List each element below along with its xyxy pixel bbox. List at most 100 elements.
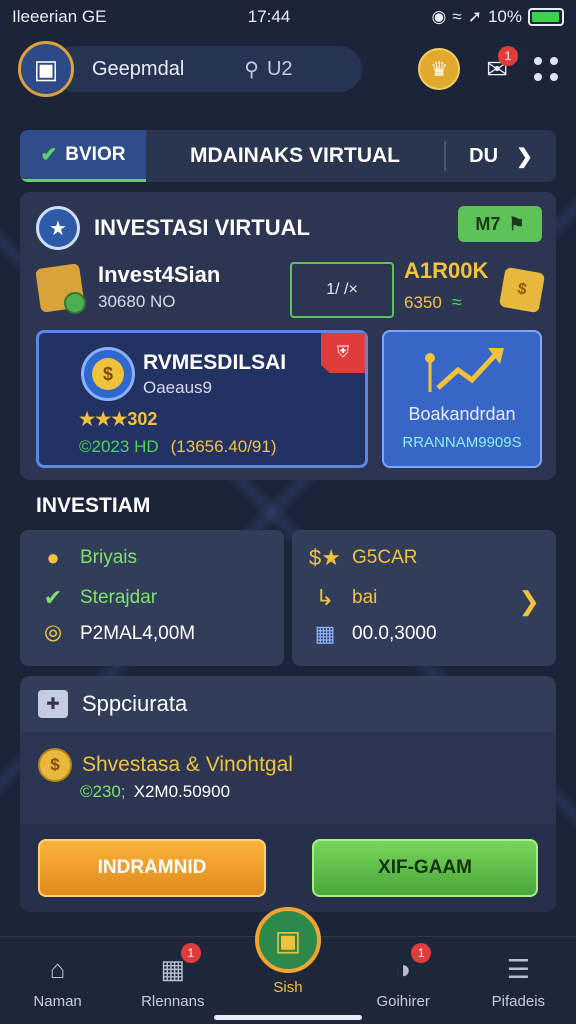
board-card[interactable]: Boakandrdan RRANNAM9909S bbox=[382, 330, 542, 468]
location-icon: ➚ bbox=[467, 7, 482, 26]
promo-text: Shvestasa & Vinohtgal bbox=[82, 753, 293, 776]
right-row-3: 00.0,3000 bbox=[352, 623, 437, 644]
avatar-emblem-icon: ▣ bbox=[33, 53, 59, 84]
investment-detail-title: RVMESDILSAI bbox=[143, 351, 287, 374]
dollar-tile-icon: $ bbox=[498, 266, 546, 314]
sppciurata-header: ✚ Sppciurata bbox=[20, 676, 556, 732]
investment-value: 30680 NO bbox=[98, 292, 176, 311]
bookmark-icon: ⚑ bbox=[508, 213, 525, 234]
gold-coins-icon: ● bbox=[46, 545, 60, 570]
home-icon: ⌂ bbox=[49, 953, 66, 984]
ai-title: A1R00K bbox=[404, 258, 489, 283]
list-item: $★ G5CAR bbox=[309, 544, 417, 572]
ai-sub-row: 6350 ≈ bbox=[404, 292, 462, 313]
record-icon: ◉ bbox=[431, 7, 447, 26]
gauge-icon: ◑ 1 bbox=[385, 943, 432, 987]
indramnid-button[interactable]: INDRAMNID bbox=[38, 839, 266, 897]
app-name: Geepmdal bbox=[92, 57, 185, 80]
nav-item-profile[interactable]: ▦ 1 Rlennans bbox=[123, 943, 223, 1010]
nav-badge: 1 bbox=[180, 943, 201, 963]
search-group[interactable]: ⚲ U2 bbox=[244, 57, 292, 82]
tab-more[interactable]: DU ❯ bbox=[446, 144, 556, 169]
inbox-badge: 1 bbox=[498, 45, 518, 66]
coin-badge-icon bbox=[64, 292, 86, 314]
mini-chart-label: 1/ /× bbox=[326, 281, 358, 298]
profile-card-icon: ▦ 1 bbox=[155, 943, 201, 987]
trophy-icon[interactable]: ♛ bbox=[418, 48, 461, 90]
investiam-right-card[interactable]: $★ G5CAR ↳ bai ▦ 00.0,3000 ❯ bbox=[292, 530, 556, 666]
investment-values: ©2023 HD (13656.40/91) bbox=[79, 437, 277, 457]
left-row-2: Sterajdar bbox=[80, 587, 158, 608]
home-indicator[interactable] bbox=[214, 1015, 362, 1020]
search-icon: ⚲ bbox=[244, 58, 259, 81]
right-row-2: bai bbox=[352, 587, 378, 608]
nav-label: Rlennans bbox=[141, 993, 205, 1010]
nav-item-home[interactable]: ⌂ Naman bbox=[8, 951, 108, 1011]
tab-active-label: BVIOR bbox=[65, 143, 126, 165]
top-icons: ♛ ✉ 1 bbox=[418, 45, 558, 90]
battery-percent: 10% bbox=[487, 7, 522, 26]
search-text: U2 bbox=[266, 57, 293, 80]
sppciurata-card: ✚ Sppciurata $ Shvestasa & Vinohtgal ©23… bbox=[20, 676, 556, 912]
list-item: ▦ 00.0,3000 bbox=[310, 620, 437, 648]
mini-chart[interactable]: 1/ /× bbox=[290, 262, 394, 318]
tab-bar: ✔ BVIOR MDAINAKS VIRTUAL DU ❯ bbox=[20, 130, 556, 182]
level-badge-label: M7 bbox=[475, 213, 501, 234]
tab-more-label: DU bbox=[469, 144, 499, 167]
list-item: ↳ bai bbox=[310, 584, 378, 612]
nav-item-menu[interactable]: ☰ Pifadeis bbox=[468, 951, 568, 1011]
clock: 17:44 bbox=[247, 7, 291, 26]
section-title: INVESTASI VIRTUAL bbox=[94, 215, 310, 240]
nav-badge: 1 bbox=[411, 943, 432, 963]
nav-item-gauge[interactable]: ◑ 1 Goihirer bbox=[353, 943, 453, 1010]
search-bar[interactable]: Geepmdal ⚲ U2 bbox=[52, 46, 362, 92]
dollar-star-icon: $★ bbox=[309, 545, 341, 570]
battery-fill bbox=[531, 12, 559, 22]
investment-rating: ★★★302 bbox=[79, 409, 158, 429]
check-icon: ✔ bbox=[40, 144, 58, 166]
shield-flag-icon: ⛨ bbox=[321, 333, 365, 373]
level-badge[interactable]: M7 ⚑ bbox=[458, 206, 542, 242]
list-item: ● Briyais bbox=[38, 544, 137, 572]
bottom-nav: ⌂ Naman ▦ 1 Rlennans ▣ Sish ◑ 1 Goihirer… bbox=[0, 907, 576, 1024]
nav-label: Naman bbox=[33, 993, 82, 1010]
left-row-1: Briyais bbox=[80, 547, 138, 568]
promo-values: ©230; X2M0.50900 bbox=[80, 782, 230, 802]
dollar-coin-icon: $ bbox=[38, 748, 72, 782]
inbox-button[interactable]: ✉ 1 bbox=[486, 45, 518, 85]
box-icon: ▣ bbox=[254, 907, 321, 973]
tab-virtual[interactable]: MDAINAKS VIRTUAL bbox=[146, 144, 444, 168]
investment-detail-sub: Oaeaus9 bbox=[143, 378, 212, 397]
shield-icon: ★ bbox=[36, 206, 80, 250]
trend-up-icon bbox=[425, 348, 504, 392]
investment-name: Invest4Sian bbox=[98, 262, 221, 287]
nav-item-center[interactable]: ▣ Sish bbox=[238, 907, 338, 996]
avatar[interactable]: ▣ bbox=[18, 41, 74, 97]
left-row-3: P2MAL4,00M bbox=[80, 623, 196, 644]
wifi-icon: ≈ bbox=[452, 7, 462, 26]
status-icons: ◉ ≈ ➚ 10% bbox=[432, 7, 564, 27]
board-sub: RRANNAM9909S bbox=[402, 434, 522, 451]
lever-icon: ↳ bbox=[315, 585, 335, 610]
value-gold: (13656.40/91) bbox=[170, 437, 277, 456]
xif-gaam-button[interactable]: XIF-GAAM bbox=[312, 839, 538, 897]
nav-label: Goihirer bbox=[376, 993, 430, 1010]
grid-menu-icon[interactable] bbox=[534, 57, 558, 81]
investment-detail-card[interactable]: $ RVMESDILSAI Oaeaus9 ★★★302 ©2023 HD (1… bbox=[36, 330, 368, 468]
status-bar: Ileeerian GE 17:44 ◉ ≈ ➚ 10% bbox=[0, 0, 576, 34]
battery-icon bbox=[527, 8, 564, 26]
value-green: ©2023 HD bbox=[79, 437, 159, 456]
puzzle-icon: ✚ bbox=[38, 690, 68, 718]
tab-active[interactable]: ✔ BVIOR bbox=[20, 130, 146, 182]
menu-icon: ☰ bbox=[506, 953, 530, 984]
chip-icon: ▦ bbox=[314, 621, 336, 646]
investiam-left-card[interactable]: ● Briyais ✔ Sterajdar ⦾ P2MAL4,00M bbox=[20, 530, 284, 666]
nav-label: Sish bbox=[273, 979, 303, 996]
top-bar: ▣ Geepmdal ⚲ U2 ♛ ✉ 1 bbox=[0, 38, 576, 100]
coin-icon: ⦾ bbox=[44, 621, 62, 646]
investment-summary-row: Invest4Sian 30680 NO 1/ /× A1R00K 6350 ≈… bbox=[35, 258, 546, 322]
signal-icon: ≈ bbox=[451, 292, 462, 312]
chevron-right-icon: ❯ bbox=[518, 586, 540, 616]
dollar-coin-icon: $ bbox=[81, 347, 135, 401]
card-header: ★ INVESTASI VIRTUAL bbox=[36, 206, 310, 250]
